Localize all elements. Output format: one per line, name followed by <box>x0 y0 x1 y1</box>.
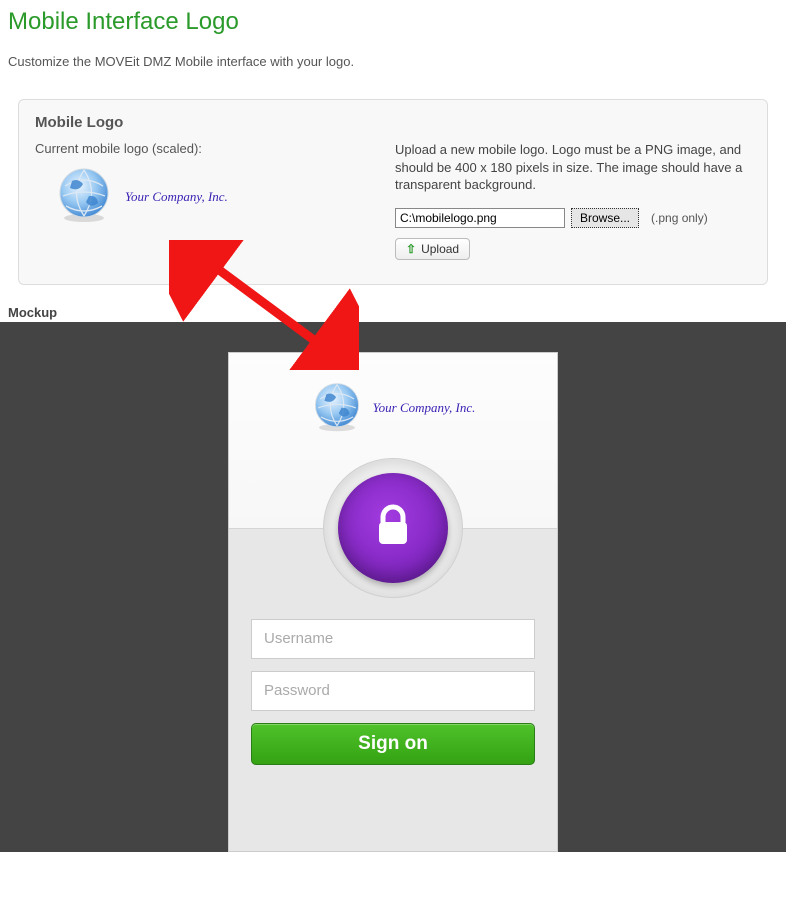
browse-button[interactable]: Browse... <box>571 208 639 228</box>
page-description: Customize the MOVEit DMZ Mobile interfac… <box>8 54 778 69</box>
company-name-text: Your Company, Inc. <box>125 189 228 205</box>
upload-button-label: Upload <box>421 242 459 256</box>
current-logo-label: Current mobile logo (scaled): <box>35 141 355 156</box>
mobile-logo-panel: Mobile Logo Current mobile logo (scaled)… <box>18 99 768 285</box>
upload-button[interactable]: ⇧ Upload <box>395 238 470 260</box>
password-field[interactable] <box>251 671 535 711</box>
upload-column: Upload a new mobile logo. Logo must be a… <box>395 141 751 260</box>
upload-arrow-icon: ⇧ <box>406 242 416 256</box>
mobile-mockup-frame: Your Company, Inc. Sign on <box>228 352 558 852</box>
globe-icon <box>55 166 113 227</box>
globe-icon <box>311 381 363 436</box>
mockup-area: Your Company, Inc. Sign on <box>0 322 786 852</box>
file-path-input[interactable] <box>395 208 565 228</box>
lock-badge <box>323 458 463 598</box>
file-type-hint: (.png only) <box>651 211 708 225</box>
page-title: Mobile Interface Logo <box>8 8 778 36</box>
mockup-logo: Your Company, Inc. <box>311 381 476 436</box>
lock-badge-inner <box>338 473 448 583</box>
file-chooser-row: Browse... (.png only) <box>395 208 751 228</box>
panel-title: Mobile Logo <box>35 114 751 131</box>
mockup-company-name-text: Your Company, Inc. <box>373 400 476 416</box>
upload-description: Upload a new mobile logo. Logo must be a… <box>395 141 751 194</box>
lock-icon <box>369 502 417 553</box>
username-field[interactable] <box>251 619 535 659</box>
sign-on-button[interactable]: Sign on <box>251 723 535 765</box>
current-logo-column: Current mobile logo (scaled): <box>35 141 355 260</box>
mockup-heading: Mockup <box>8 305 786 320</box>
current-logo-preview: Your Company, Inc. <box>35 166 355 227</box>
